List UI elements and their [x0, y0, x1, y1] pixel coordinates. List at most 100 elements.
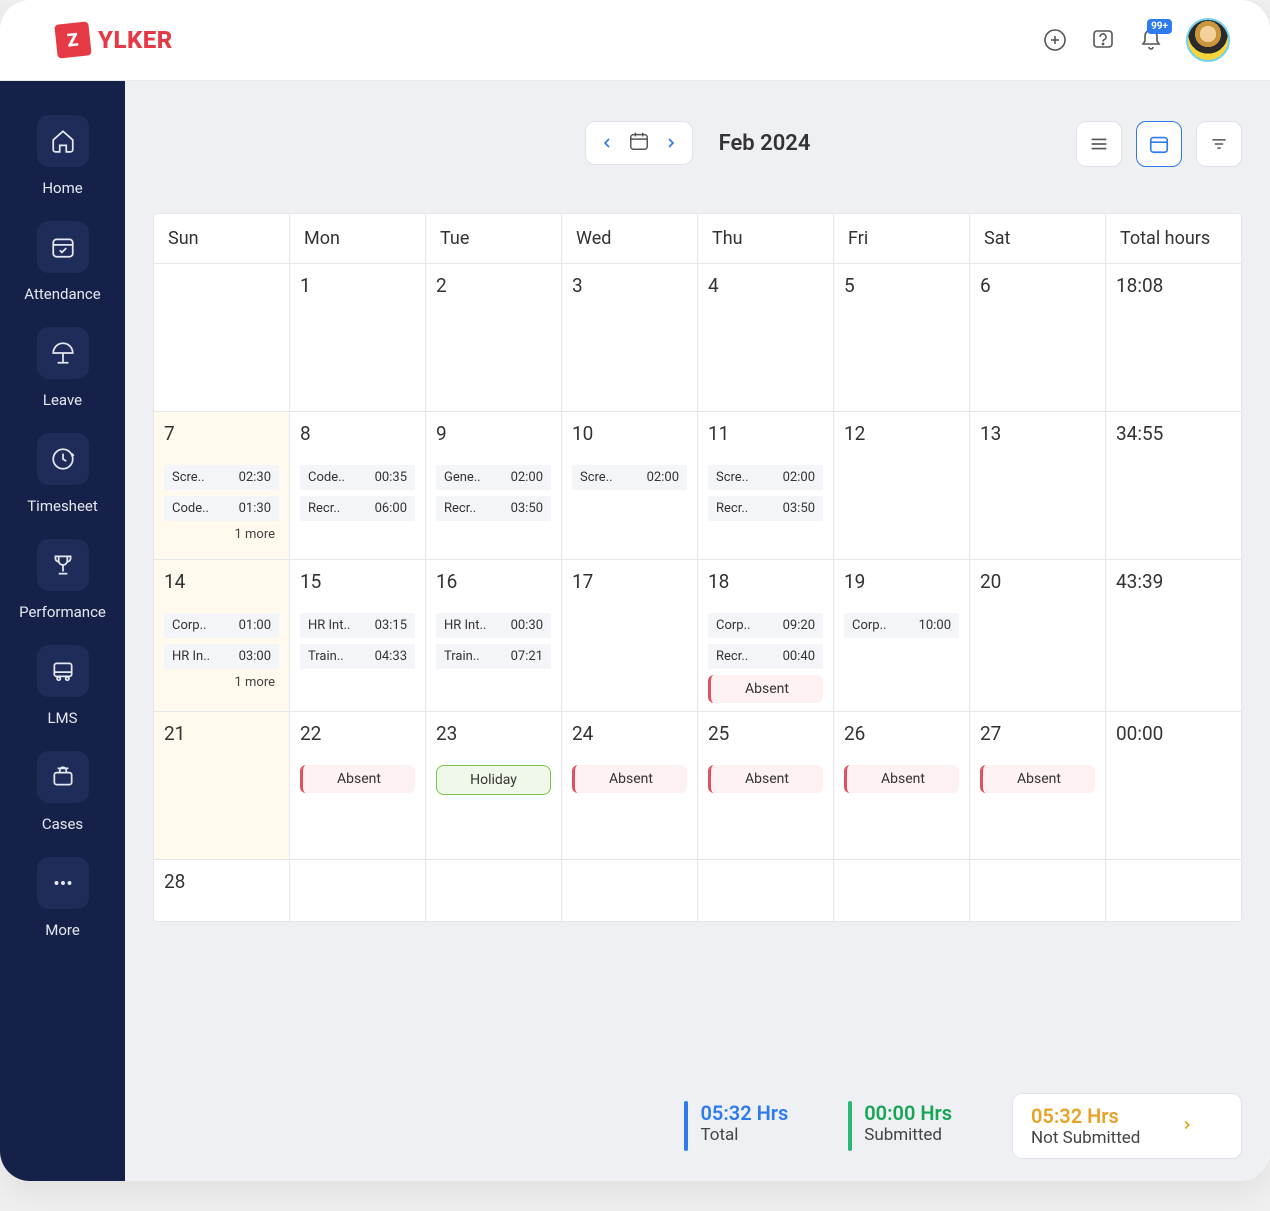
next-month-button[interactable] — [660, 132, 682, 154]
calendar-day-cell[interactable]: 17 — [562, 560, 698, 711]
timesheet-entry[interactable]: Code..01:30 — [164, 496, 279, 521]
calendar-day-cell[interactable] — [970, 860, 1106, 921]
sidebar-item-cases[interactable]: Cases — [0, 741, 125, 847]
timesheet-entry[interactable]: Train..07:21 — [436, 644, 551, 669]
calendar-day-cell[interactable]: 10Scre..02:00 — [562, 412, 698, 559]
calendar-day-cell[interactable]: 11Scre..02:00Recr..03:50 — [698, 412, 834, 559]
calendar-day-cell[interactable]: 13 — [970, 412, 1106, 559]
sidebar: Home Attendance Leave Timesheet — [0, 81, 125, 1181]
calendar-day-cell[interactable]: 21 — [154, 712, 290, 859]
timesheet-entry[interactable]: Recr..06:00 — [300, 496, 415, 521]
calendar-day-cell[interactable]: 25Absent — [698, 712, 834, 859]
timesheet-entry[interactable]: HR Int..00:30 — [436, 613, 551, 638]
day-number: 23 — [436, 722, 551, 745]
sidebar-item-home[interactable]: Home — [0, 105, 125, 211]
timesheet-entry[interactable]: Corp..01:00 — [164, 613, 279, 638]
calendar-day-cell[interactable]: 19 Corp..10:00 — [834, 560, 970, 711]
calendar-row: 14Corp..01:00HR In..03:001 more15HR Int.… — [154, 560, 1241, 712]
day-number: 16 — [436, 570, 551, 593]
timesheet-entry[interactable]: Corp..09:20 — [708, 613, 823, 638]
calendar-day-cell[interactable] — [698, 860, 834, 921]
more-link[interactable]: 1 more — [164, 527, 279, 542]
avatar[interactable] — [1186, 18, 1230, 62]
more-icon — [37, 857, 89, 909]
prev-month-button[interactable] — [596, 132, 618, 154]
timesheet-entry[interactable]: HR Int..03:15 — [300, 613, 415, 638]
calendar-day-cell[interactable]: 4 — [698, 264, 834, 411]
calendar-day-cell[interactable]: 16 HR Int..00:30 Train..07:21 — [426, 560, 562, 711]
calendar-day-cell[interactable]: 12 — [834, 412, 970, 559]
timesheet-entry[interactable]: Train..04:33 — [300, 644, 415, 669]
calendar-day-cell[interactable]: 20 — [970, 560, 1106, 711]
header-actions: ✦ 99+ — [1042, 18, 1230, 62]
calendar-day-cell[interactable]: 24Absent — [562, 712, 698, 859]
sidebar-item-lms[interactable]: LMS — [0, 635, 125, 741]
timesheet-entry[interactable]: Gene..02:00 — [436, 465, 551, 490]
entry-hours: 04:33 — [375, 649, 407, 664]
sidebar-item-leave[interactable]: Leave — [0, 317, 125, 423]
bell-icon[interactable]: ✦ 99+ — [1138, 27, 1164, 53]
day-number: 28 — [164, 870, 279, 893]
timesheet-entry[interactable]: Corp..10:00 — [844, 613, 959, 638]
calendar-day-cell[interactable]: 27Absent — [970, 712, 1106, 859]
calendar-icon[interactable] — [628, 130, 650, 156]
calendar-day-cell[interactable]: 28 — [154, 860, 290, 921]
more-link[interactable]: 1 more — [164, 675, 279, 690]
timesheet-entry[interactable]: Recr..03:50 — [708, 496, 823, 521]
month-label: Feb 2024 — [719, 131, 811, 156]
day-number: 27 — [980, 722, 1095, 745]
calendar-day-cell[interactable] — [290, 860, 426, 921]
calendar-day-cell[interactable]: 15HR Int..03:15Train..04:33 — [290, 560, 426, 711]
add-icon[interactable] — [1042, 27, 1068, 53]
calendar-day-cell[interactable]: 2 — [426, 264, 562, 411]
calendar-view-button[interactable] — [1136, 121, 1182, 167]
summary-submitted: 00:00 Hrs Submitted — [848, 1101, 952, 1151]
absent-badge: Absent — [300, 765, 415, 793]
calendar-day-cell[interactable]: 8Code..00:35Recr..06:00 — [290, 412, 426, 559]
entry-hours: 02:00 — [783, 470, 815, 485]
timesheet-entry[interactable]: Scre..02:00 — [708, 465, 823, 490]
calendar-day-cell[interactable] — [562, 860, 698, 921]
day-number: 22 — [300, 722, 415, 745]
filter-button[interactable] — [1196, 121, 1242, 167]
lms-icon — [37, 645, 89, 697]
help-icon[interactable] — [1090, 27, 1116, 53]
calendar-day-cell[interactable]: 9Gene..02:00Recr..03:50 — [426, 412, 562, 559]
entry-title: Code.. — [308, 470, 345, 485]
day-number: 18 — [708, 570, 823, 593]
summary-total-value: 05:32 Hrs — [700, 1101, 788, 1125]
calendar-day-cell[interactable]: 22 Absent — [290, 712, 426, 859]
timesheet-entry[interactable]: Recr..00:40 — [708, 644, 823, 669]
sidebar-item-more[interactable]: More — [0, 847, 125, 953]
calendar-day-cell[interactable]: 7Scre..02:30Code..01:301 more — [154, 412, 290, 559]
timesheet-entry[interactable]: Scre..02:00 — [572, 465, 687, 490]
timesheet-entry[interactable]: HR In..03:00 — [164, 644, 279, 669]
sidebar-item-timesheet[interactable]: Timesheet — [0, 423, 125, 529]
entry-title: HR Int.. — [444, 618, 486, 633]
summary-not-submitted-card[interactable]: 05:32 Hrs Not Submitted — [1012, 1093, 1242, 1159]
entry-hours: 06:00 — [375, 501, 407, 516]
calendar-day-cell[interactable]: 6 — [970, 264, 1106, 411]
calendar-day-cell[interactable] — [426, 860, 562, 921]
calendar-day-cell[interactable]: 5 — [834, 264, 970, 411]
brand-logo[interactable]: Z YLKER — [56, 23, 173, 57]
sidebar-item-performance[interactable]: Performance — [0, 529, 125, 635]
calendar-day-cell[interactable]: 23Holiday — [426, 712, 562, 859]
day-number: 19 — [844, 570, 959, 593]
summary-total-label: Total — [700, 1125, 788, 1145]
calendar-day-cell[interactable]: 18Corp..09:20Recr..00:40Absent — [698, 560, 834, 711]
calendar-day-cell[interactable] — [834, 860, 970, 921]
week-total-cell: 00:00 — [1106, 712, 1241, 859]
timesheet-entry[interactable]: Recr..03:50 — [436, 496, 551, 521]
calendar-day-cell[interactable] — [154, 264, 290, 411]
calendar-day-cell[interactable]: 14Corp..01:00HR In..03:001 more — [154, 560, 290, 711]
calendar-day-cell[interactable]: 26Absent — [834, 712, 970, 859]
timesheet-entry[interactable]: Scre..02:30 — [164, 465, 279, 490]
calendar-day-cell[interactable]: 3 — [562, 264, 698, 411]
list-view-button[interactable] — [1076, 121, 1122, 167]
calendar-header-cell: Tue — [426, 214, 562, 263]
calendar-header-cell: Wed — [562, 214, 698, 263]
sidebar-item-attendance[interactable]: Attendance — [0, 211, 125, 317]
calendar-day-cell[interactable]: 1 — [290, 264, 426, 411]
timesheet-entry[interactable]: Code..00:35 — [300, 465, 415, 490]
